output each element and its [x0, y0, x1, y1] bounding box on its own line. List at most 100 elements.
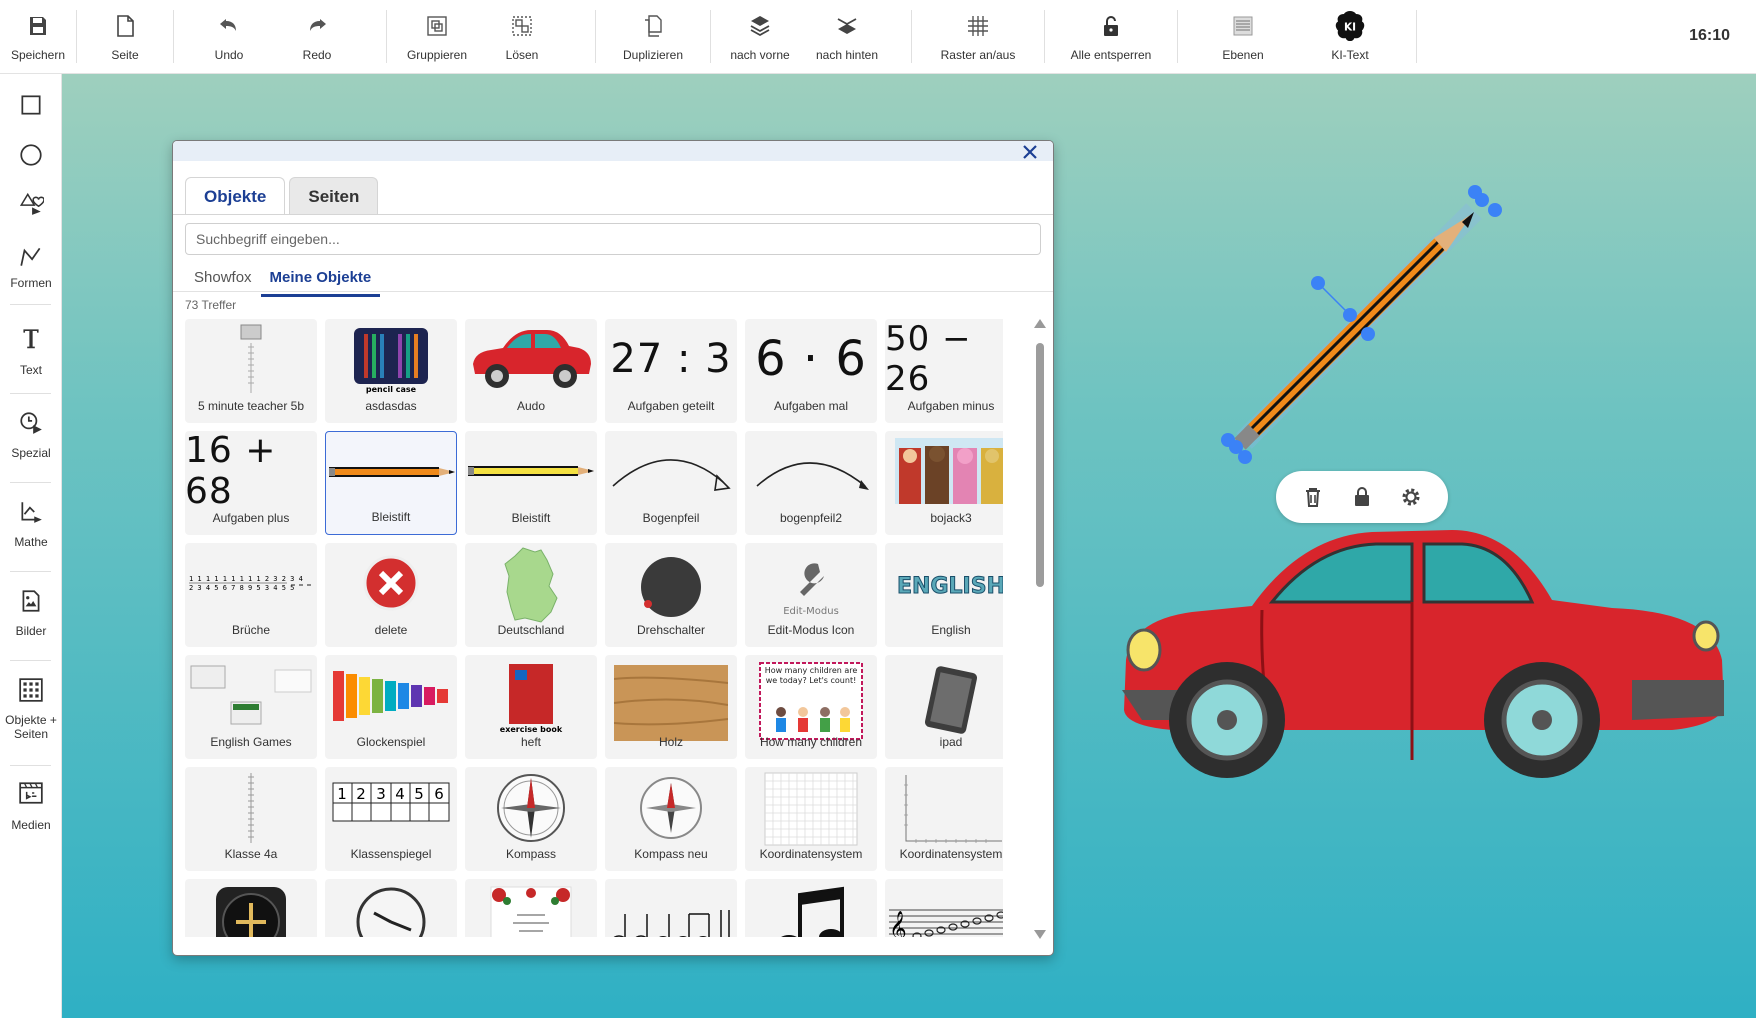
duplicate-button[interactable]: Duplizieren [596, 0, 710, 74]
seat-number: 3 [376, 785, 386, 803]
delete-icon[interactable] [1301, 485, 1325, 509]
grid-scrollbar[interactable] [1033, 319, 1047, 939]
selection-handle[interactable] [1361, 327, 1375, 341]
scroll-thumb[interactable] [1036, 343, 1044, 587]
layers-button[interactable]: Ebenen [1178, 0, 1308, 74]
sidebar-item-math[interactable]: Mathe [0, 487, 62, 567]
object-tile[interactable]: pencil case asdasdas [325, 319, 457, 423]
car-wheel [1169, 662, 1285, 778]
object-tile[interactable] [185, 879, 317, 937]
lock-icon[interactable] [1350, 485, 1374, 509]
object-tile[interactable]: How many children are we today? Let's co… [745, 655, 877, 759]
object-tile[interactable]: Bogenpfeil [605, 431, 737, 535]
object-tile[interactable]: bogenpfeil2 [745, 431, 877, 535]
object-context-toolbar [1276, 471, 1448, 523]
send-backward-button[interactable]: nach hinten [809, 0, 885, 74]
unlock-icon [1104, 16, 1118, 36]
object-tile[interactable]: Deutschland [465, 543, 597, 647]
close-icon[interactable] [1021, 143, 1039, 161]
selection-handle[interactable] [1238, 450, 1252, 464]
object-tile[interactable]: 5 minute teacher 5b [185, 319, 317, 423]
object-tile[interactable]: 6 · 6 Aufgaben mal [745, 319, 877, 423]
page-icon [117, 15, 134, 37]
ai-text-button[interactable]: KI KI-Text [1308, 0, 1392, 74]
sidebar-divider [10, 765, 51, 766]
undo-button[interactable]: Undo [174, 0, 284, 74]
sidebar-item-special[interactable]: Spezial [0, 398, 62, 478]
save-button[interactable]: Speichern [0, 0, 76, 74]
object-tile-selected[interactable]: Bleistift [325, 431, 457, 535]
ungroup-button[interactable]: Lösen [487, 0, 557, 74]
object-tile[interactable]: 𝄞 [885, 879, 1003, 937]
group-button[interactable]: Gruppieren [387, 0, 487, 74]
object-tile[interactable]: 50 − 26 Aufgaben minus [885, 319, 1003, 423]
page-button[interactable]: Seite [77, 0, 173, 74]
bring-forward-button[interactable]: nach vorne [711, 0, 809, 74]
canvas-pencil-object[interactable] [1210, 180, 1510, 470]
object-tile[interactable]: delete [325, 543, 457, 647]
pencil-body [1234, 212, 1474, 450]
tab-pages[interactable]: Seiten [289, 177, 379, 215]
sidebar-item-text[interactable]: Text [0, 309, 62, 389]
object-tile[interactable]: Holz [605, 655, 737, 759]
selection-handle[interactable] [1311, 276, 1325, 290]
unlock-all-button[interactable]: Alle entsperren [1045, 0, 1177, 74]
object-label: heft [520, 735, 541, 749]
sidebar-item-forms[interactable]: Formen [0, 240, 62, 300]
object-tile[interactable]: Edit-Modus Edit-Modus Icon [745, 543, 877, 647]
object-tile[interactable]: bojack3 [885, 431, 1003, 535]
sidebar-divider [10, 393, 51, 394]
ungroup-icon [512, 16, 532, 36]
list-thumb [185, 771, 317, 843]
circle-icon [20, 144, 42, 166]
object-tile[interactable]: Kompass [465, 767, 597, 871]
sidebar-item-shapes[interactable] [0, 184, 62, 240]
object-tile[interactable]: exercise book heft [465, 655, 597, 759]
search-input[interactable] [185, 223, 1041, 255]
object-tile[interactable]: Audo [465, 319, 597, 423]
sidebar-item-objects-pages[interactable]: Objekte + Seiten [0, 665, 62, 761]
object-tile[interactable]: Koordinatensystem [885, 767, 1003, 871]
scroll-up-arrow-icon[interactable] [1034, 319, 1046, 328]
object-tile[interactable]: ENGLISH English [885, 543, 1003, 647]
selection-handle[interactable] [1475, 193, 1489, 207]
sidebar-item-circle[interactable] [0, 130, 62, 184]
object-tile[interactable]: Drehschalter [605, 543, 737, 647]
object-tile[interactable]: 27 : 3 Aufgaben geteilt [605, 319, 737, 423]
object-tile[interactable]: Bleistift [465, 431, 597, 535]
object-tile[interactable] [605, 879, 737, 937]
sidebar-label-images: Bilder [15, 624, 47, 638]
object-label: ipad [939, 735, 963, 749]
object-tile[interactable]: 1 2 3 4 5 6 Klassenspiegel [325, 767, 457, 871]
sidebar-item-rectangle[interactable] [0, 74, 62, 130]
object-tile[interactable]: 1 1 1 1 1 1 1 1 1 2 3 2 3 42 3 4 5 6 7 8… [185, 543, 317, 647]
yellow-pencil-thumb [465, 435, 597, 507]
sidebar-divider [10, 571, 51, 572]
redo-button[interactable]: Redo [284, 0, 350, 74]
tab-divider [173, 214, 1053, 215]
object-label: Audo [516, 399, 546, 413]
object-tile[interactable]: Klasse 4a [185, 767, 317, 871]
object-tile[interactable]: English Games [185, 655, 317, 759]
sidebar-item-images[interactable]: Bilder [0, 576, 62, 656]
selection-handle[interactable] [1343, 308, 1357, 322]
selection-handle[interactable] [1488, 203, 1502, 217]
object-tile[interactable]: Koordinatensystem [745, 767, 877, 871]
object-tile[interactable]: 16 + 68 Aufgaben plus [185, 431, 317, 535]
sidebar-label-objects-pages: Objekte + Seiten [5, 713, 57, 741]
layers-label: Ebenen [1222, 48, 1264, 62]
tab-objects[interactable]: Objekte [185, 177, 286, 215]
sidebar-item-media[interactable]: Medien [0, 770, 62, 850]
grid-toggle-button[interactable]: Raster an/aus [912, 0, 1044, 74]
scroll-down-arrow-icon[interactable] [1034, 930, 1046, 939]
object-tile[interactable] [465, 879, 597, 937]
object-tile[interactable]: Kompass neu [605, 767, 737, 871]
settings-icon[interactable] [1399, 485, 1423, 509]
object-tile[interactable] [745, 879, 877, 937]
object-tile[interactable]: Glockenspiel [325, 655, 457, 759]
object-tile[interactable]: ipad [885, 655, 1003, 759]
objects-grid-icon [19, 678, 43, 702]
canvas-car-object[interactable] [1112, 520, 1732, 840]
object-tile[interactable] [325, 879, 457, 937]
object-label: English [931, 623, 971, 637]
